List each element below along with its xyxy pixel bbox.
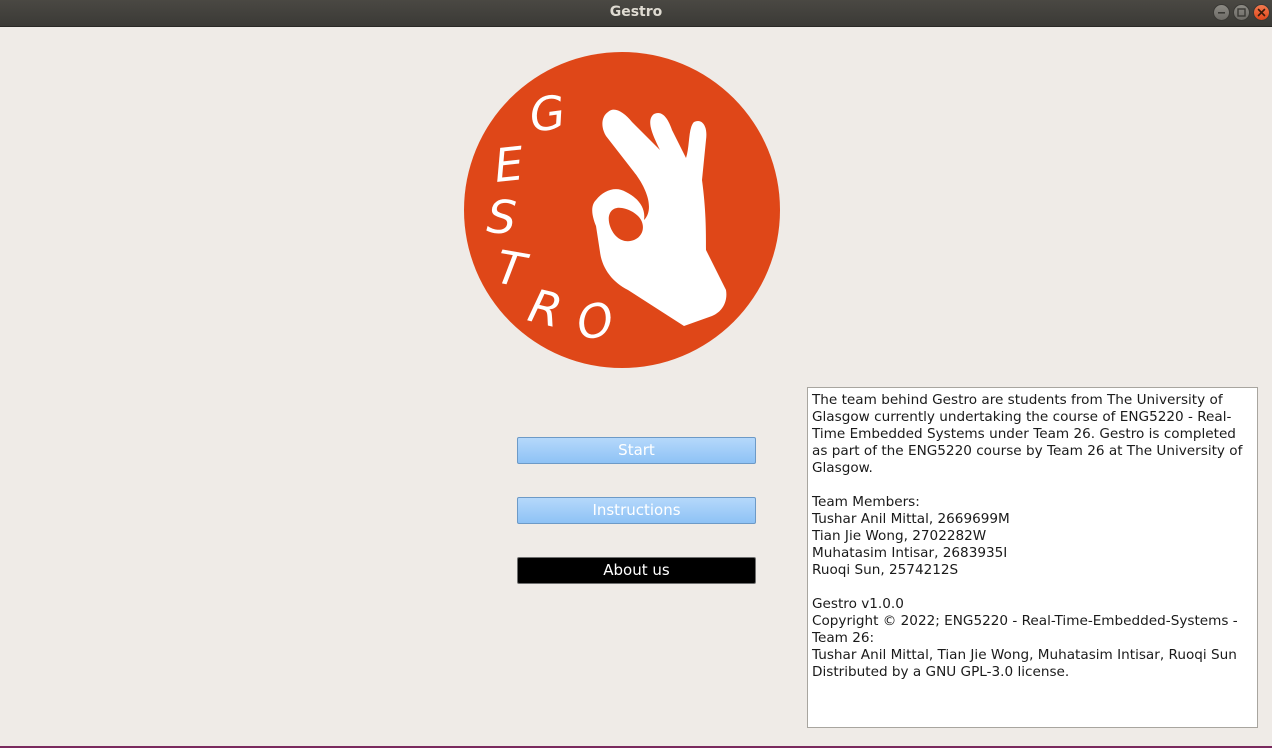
window-controls: [1213, 4, 1270, 21]
logo-letter: E: [492, 136, 527, 193]
authors-text: Tushar Anil Mittal, Tian Jie Wong, Muhat…: [812, 647, 1237, 663]
version-text: Gestro v1.0.0: [812, 596, 904, 612]
maximize-button[interactable]: [1233, 4, 1250, 21]
about-text-box[interactable]: The team behind Gestro are students from…: [807, 387, 1258, 728]
copyright-text: Copyright © 2022; ENG5220 - Real-Time-Em…: [812, 613, 1238, 646]
team-members-heading: Team Members:: [812, 494, 920, 510]
gestro-logo: G E S T R O: [464, 52, 780, 368]
title-bar[interactable]: Gestro: [0, 0, 1272, 27]
instructions-button[interactable]: Instructions: [517, 497, 756, 524]
start-button[interactable]: Start: [517, 437, 756, 464]
close-button[interactable]: [1253, 4, 1270, 21]
logo-letter: G: [526, 84, 569, 142]
team-member: Tian Jie Wong, 2702282W: [812, 528, 987, 544]
minimize-icon: [1218, 12, 1225, 14]
about-description: The team behind Gestro are students from…: [812, 392, 1243, 476]
team-member: Tushar Anil Mittal, 2669699M: [812, 511, 1010, 527]
team-member: Ruoqi Sun, 2574212S: [812, 562, 959, 578]
app-window: Gestro G E S T R O Start Instructions Ab…: [0, 0, 1272, 748]
minimize-button[interactable]: [1213, 4, 1230, 21]
window-title: Gestro: [609, 4, 663, 20]
license-text: Distributed by a GNU GPL-3.0 license.: [812, 664, 1070, 680]
maximize-icon: [1237, 8, 1246, 17]
close-icon: [1257, 8, 1266, 17]
logo-letter: S: [485, 189, 518, 245]
team-member: Muhatasim Intisar, 2683935I: [812, 545, 1008, 561]
about-us-button[interactable]: About us: [517, 557, 756, 584]
